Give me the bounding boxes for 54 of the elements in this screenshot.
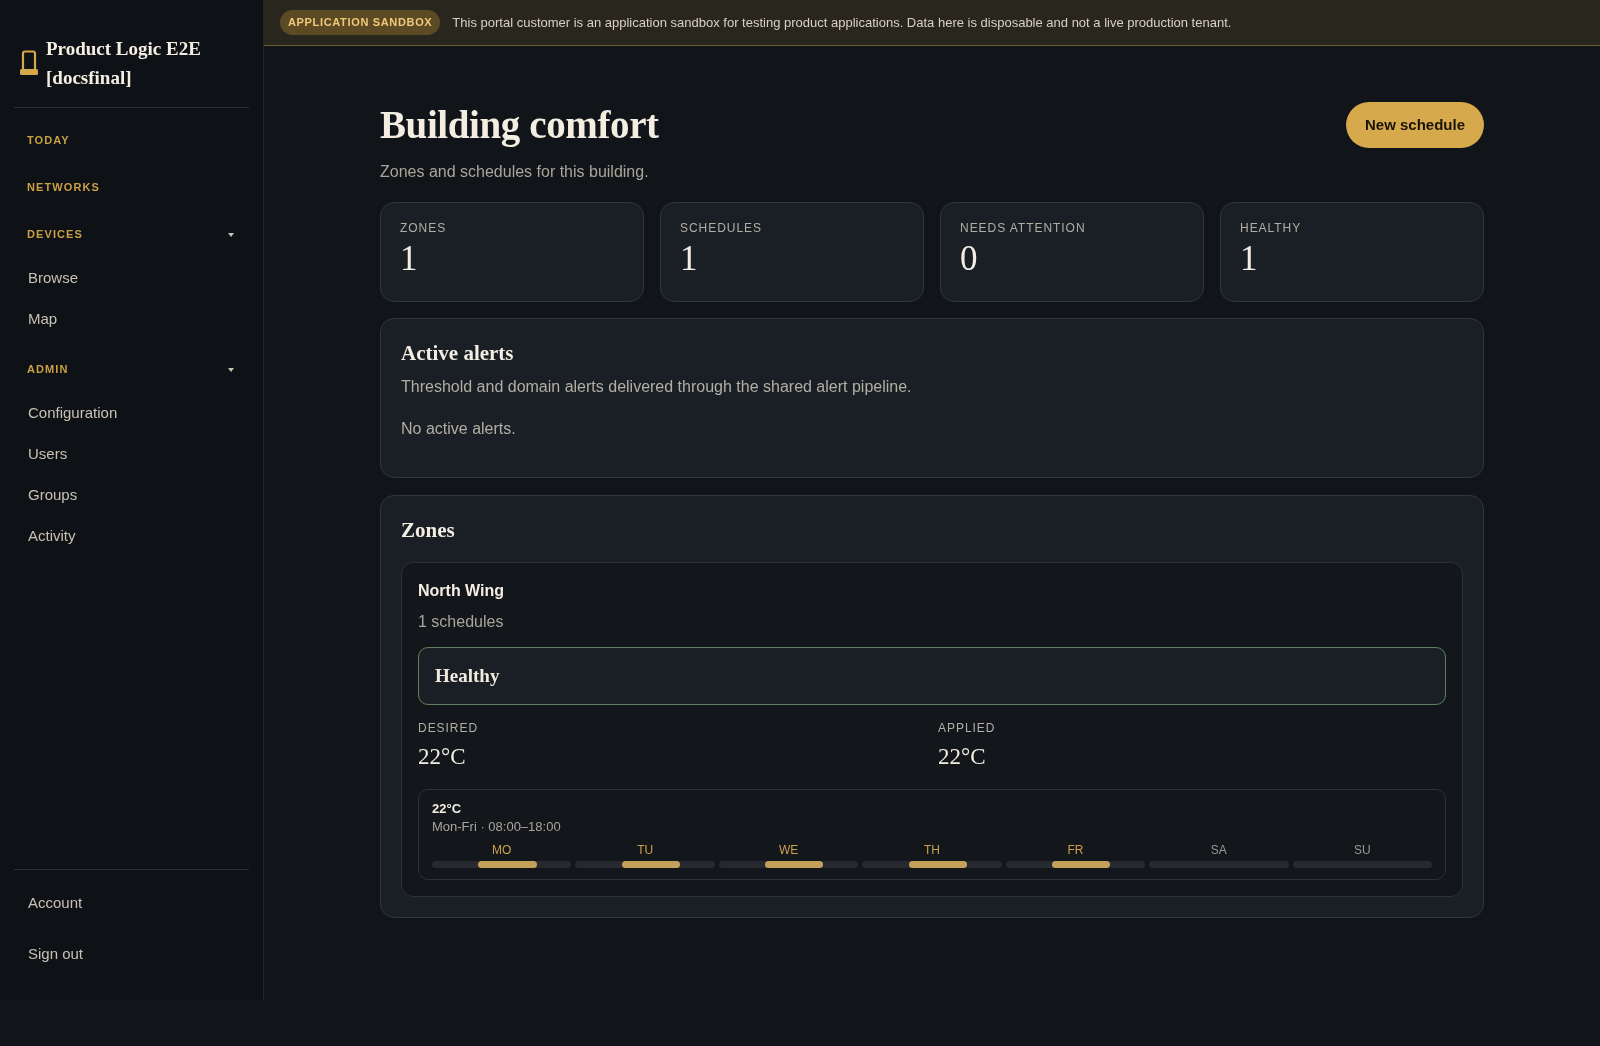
day-label: MO	[492, 842, 512, 858]
status-panel: Healthy	[418, 647, 1446, 705]
nav-section-link[interactable]: TODAY	[14, 117, 249, 164]
reading-label: DESIRED	[418, 720, 480, 736]
sidebar-footer-link[interactable]: Account	[14, 878, 249, 929]
reading-value: 22°C	[938, 743, 987, 771]
card-title: Active alerts	[401, 340, 515, 367]
nav-item[interactable]: Map	[14, 299, 249, 340]
card-description: Threshold and domain alerts delivered through the shared alert pipeline.	[401, 377, 913, 397]
empty-message: No active alerts.	[401, 419, 517, 439]
day-label: TH	[924, 842, 940, 858]
page-subtitle: Zones and schedules for this building.	[380, 162, 650, 182]
reading-value: 22°C	[418, 743, 467, 771]
schedule-summary: Mon-Fri · 08:00–18:00	[432, 818, 562, 836]
card-title: Zones	[401, 517, 456, 544]
time-window-fill	[1052, 861, 1111, 868]
stat-value: 1	[1240, 240, 1259, 278]
zone-name: North Wing	[418, 581, 506, 601]
nav-item[interactable]: Activity	[14, 516, 249, 557]
stat-value: 0	[960, 240, 979, 278]
schedule-temperature: 22°C	[432, 800, 463, 818]
time-window-fill	[908, 861, 967, 868]
time-window-fill	[765, 861, 824, 868]
time-window-fill	[621, 861, 680, 868]
nav-item[interactable]: Configuration	[14, 393, 249, 434]
nav-section-link[interactable]: NETWORKS	[14, 164, 249, 211]
workspace-title: Product Logic E2E [docsfinal]	[46, 37, 202, 90]
stat-label: NEEDS ATTENTION	[960, 220, 1087, 236]
nav-section-toggle[interactable]: ADMIN	[14, 346, 249, 393]
caret-icon	[228, 232, 234, 237]
day-label: SA	[1210, 842, 1227, 858]
stat-value: 1	[400, 240, 419, 278]
day-label: SU	[1353, 842, 1371, 858]
schedule-count: 1 schedules	[418, 612, 505, 632]
nav-item[interactable]: Users	[14, 434, 249, 475]
reading-label: APPLIED	[938, 720, 997, 736]
stat-label: ZONES	[400, 220, 448, 236]
nav-item[interactable]: Groups	[14, 475, 249, 516]
nav-section-toggle[interactable]: DEVICES	[14, 211, 249, 258]
caret-icon	[228, 367, 234, 372]
pillar-icon	[20, 50, 38, 76]
time-window-fill	[478, 861, 537, 868]
day-label: WE	[778, 842, 799, 858]
day-label: TU	[637, 842, 654, 858]
new-schedule-button[interactable]: New schedule	[1345, 102, 1484, 148]
stat-label: SCHEDULES	[680, 220, 763, 236]
sandbox-badge: APPLICATION SANDBOX	[280, 10, 441, 35]
stat-label: HEALTHY	[1240, 220, 1303, 236]
page-title: Building comfort	[380, 102, 659, 148]
banner-message: This portal customer is an application sandbox for testing product applications. Data here is disposable and not a live production tenant.	[452, 13, 1232, 32]
stat-value: 1	[680, 240, 699, 278]
sidebar-footer-link[interactable]: Sign out	[14, 929, 249, 980]
day-label: FR	[1067, 842, 1084, 858]
nav-item[interactable]: Browse	[14, 258, 249, 299]
